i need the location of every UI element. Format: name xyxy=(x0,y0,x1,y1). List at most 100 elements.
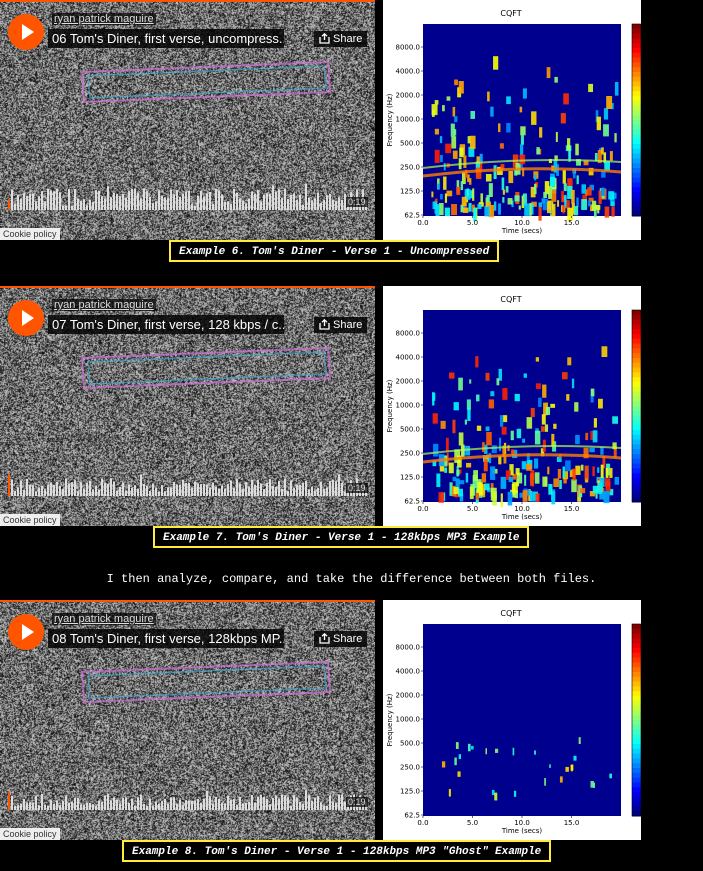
soundcloud-embed[interactable]: ryan patrick maguire 06 Tom's Diner, fir… xyxy=(0,0,375,240)
artist-link[interactable]: ryan patrick maguire xyxy=(52,13,156,25)
waveform-bar xyxy=(50,190,52,210)
waveform-bar xyxy=(287,797,289,810)
waveform-bar xyxy=(275,795,277,810)
spectrogram-cell xyxy=(498,203,501,215)
x-axis-label: Time (secs) xyxy=(501,227,543,235)
y-tick-label: 250.0 xyxy=(400,450,420,458)
colorbar-segment xyxy=(632,652,641,659)
cookie-policy-link[interactable]: Cookie policy xyxy=(0,514,60,526)
spectrogram-cell xyxy=(575,434,580,445)
waveform-bar xyxy=(341,482,343,496)
colorbar-segment xyxy=(632,753,641,759)
spectrogram-cell xyxy=(508,170,514,184)
waveform-bar xyxy=(191,488,193,496)
colorbar-segment xyxy=(632,700,641,707)
spectrogram-cell xyxy=(573,206,579,216)
waveform[interactable] xyxy=(8,468,368,496)
waveform-bar xyxy=(239,198,241,210)
waveform-bar xyxy=(86,205,88,210)
share-button[interactable]: Share xyxy=(314,631,368,647)
colorbar-segment xyxy=(632,782,641,788)
waveform-bar xyxy=(212,803,214,810)
waveform-bar xyxy=(254,193,256,210)
colorbar-segment xyxy=(632,492,641,498)
spectrogram-cell xyxy=(526,463,532,471)
y-tick-label: 1000.0 xyxy=(396,402,421,410)
spectrogram-cell xyxy=(493,165,497,180)
waveform-bar xyxy=(17,194,19,210)
body-text: I then analyze, compare, and take the di… xyxy=(106,572,597,586)
spectrogram-cell xyxy=(557,200,560,207)
soundcloud-embed[interactable]: ryan patrick maguire 07 Tom's Diner, fir… xyxy=(0,286,375,526)
spectrogram-cell xyxy=(459,147,464,158)
colorbar-segment xyxy=(632,801,641,807)
spectrogram-cell xyxy=(510,430,514,441)
cookie-policy-link[interactable]: Cookie policy xyxy=(0,828,60,840)
artist-link[interactable]: ryan patrick maguire xyxy=(52,299,156,311)
spectrogram-cell xyxy=(590,388,595,397)
waveform[interactable] xyxy=(8,782,368,810)
waveform-bar xyxy=(149,491,151,496)
waveform-bar xyxy=(107,483,109,496)
waveform-bar xyxy=(62,488,64,496)
x-tick-label: 15.0 xyxy=(564,505,580,513)
colorbar-segment xyxy=(632,787,641,793)
spectrogram-cell xyxy=(581,199,588,210)
track-title[interactable]: 07 Tom's Diner, first verse, 128 kbps / … xyxy=(48,315,284,334)
soundcloud-embed[interactable]: ryan patrick maguire 08 Tom's Diner, fir… xyxy=(0,600,375,840)
waveform-bar xyxy=(272,185,274,210)
waveform-bar xyxy=(272,797,274,810)
waveform-bar xyxy=(170,797,172,810)
colorbar-segment xyxy=(632,777,641,783)
waveform-bar xyxy=(263,194,265,210)
waveform-bar xyxy=(224,201,226,210)
colorbar-segment xyxy=(632,48,641,54)
waveform-bar xyxy=(245,203,247,210)
spectrogram-cell xyxy=(611,206,615,217)
share-button[interactable]: Share xyxy=(314,31,368,47)
track-title[interactable]: 08 Tom's Diner, first verse, 128kbps MP.… xyxy=(48,629,284,648)
waveform-bar xyxy=(122,193,124,210)
spectrogram-cell xyxy=(482,442,485,453)
spectrogram-cell xyxy=(487,91,490,102)
colorbar-segment xyxy=(632,638,641,644)
track-title[interactable]: 06 Tom's Diner, first verse, uncompress.… xyxy=(48,29,284,48)
spectrogram-cell xyxy=(452,106,456,117)
waveform[interactable] xyxy=(8,182,368,210)
waveform-bar xyxy=(227,795,229,810)
y-tick-label: 8000.0 xyxy=(396,330,421,338)
y-tick-label: 4000.0 xyxy=(396,354,421,362)
waveform-bar xyxy=(152,805,154,810)
waveform-bar xyxy=(302,803,304,810)
colorbar-segment xyxy=(632,396,641,402)
share-button[interactable]: Share xyxy=(314,317,368,333)
waveform-bar xyxy=(242,488,244,496)
spectrogram-cell xyxy=(470,110,476,119)
colorbar-segment xyxy=(632,624,641,630)
waveform-bar xyxy=(326,195,328,210)
waveform-bar xyxy=(50,800,52,810)
waveform-bar xyxy=(227,201,229,210)
waveform-bar xyxy=(182,193,184,210)
colorbar-segment xyxy=(632,353,641,359)
waveform-bar xyxy=(89,480,91,496)
colorbar-segment xyxy=(632,139,641,145)
waveform-bar xyxy=(80,804,82,810)
play-button[interactable] xyxy=(8,14,44,50)
spectrogram-cell xyxy=(512,747,515,756)
waveform-bar xyxy=(341,199,343,210)
y-tick-label: 125.0 xyxy=(400,188,420,196)
spectrogram-cell xyxy=(547,466,550,475)
colorbar-segment xyxy=(632,182,641,188)
play-button[interactable] xyxy=(8,300,44,336)
y-tick-label: 8000.0 xyxy=(396,644,421,652)
play-button[interactable] xyxy=(8,614,44,650)
spectrogram-cell xyxy=(578,737,581,745)
waveform-bar xyxy=(68,483,70,496)
waveform-bar xyxy=(245,802,247,810)
waveform-bar xyxy=(332,801,334,810)
waveform-bar xyxy=(29,802,31,810)
artist-link[interactable]: ryan patrick maguire xyxy=(52,613,156,625)
cookie-policy-link[interactable]: Cookie policy xyxy=(0,228,60,240)
colorbar-segment xyxy=(632,158,641,164)
